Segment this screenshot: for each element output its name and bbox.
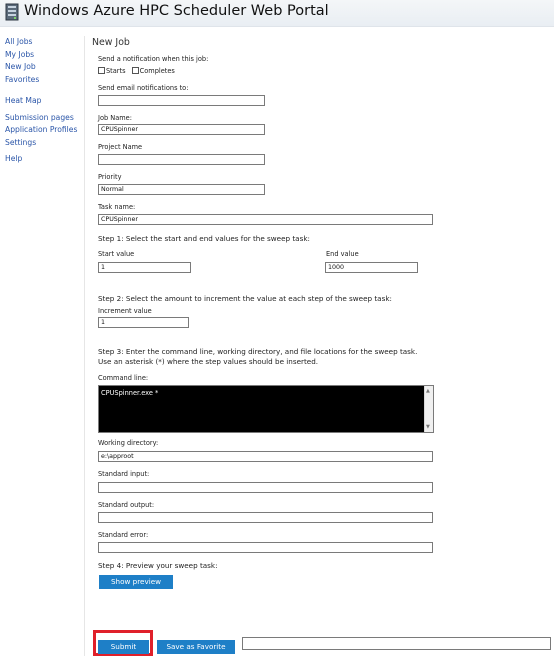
save-as-favorite-button[interactable]: Save as Favorite [157,640,235,654]
standard-error-label: Standard error: [98,531,149,539]
end-value-field[interactable]: 1000 [325,262,418,273]
email-field[interactable] [98,95,265,106]
completes-checkbox[interactable] [131,67,139,74]
working-directory-label: Working directory: [98,439,159,447]
task-name-field[interactable]: CPUSpinner [98,214,433,225]
sidebar-item-new-job[interactable]: New Job [5,61,85,74]
start-value-field[interactable]: 1 [98,262,191,273]
project-name-label: Project Name [98,143,143,151]
starts-label: Starts [106,67,126,75]
completes-label: Completes [139,67,175,75]
sidebar-item-submission-pages[interactable]: Submission pages [5,112,85,125]
command-line-text: CPUSpinner.exe * [101,389,159,397]
command-line-scrollbar[interactable]: ▲ ▼ [424,386,433,432]
sidebar-item-help[interactable]: Help [5,153,85,166]
sidebar-item-settings[interactable]: Settings [5,137,85,150]
job-name-label: Job Name: [98,114,132,122]
working-directory-field[interactable]: e:\approot [98,451,433,462]
starts-checkbox[interactable] [98,67,105,74]
scroll-up-arrow-icon[interactable]: ▲ [426,388,430,394]
hpc-logo-icon [5,3,19,21]
project-name-field[interactable] [98,154,265,165]
task-name-label: Task name: [98,203,136,211]
standard-input-field[interactable] [98,482,433,493]
job-name-field[interactable]: CPUSpinner [98,124,265,135]
step2-text: Step 2: Select the amount to increment t… [98,294,392,303]
priority-label: Priority [98,173,122,181]
command-line-textarea[interactable]: CPUSpinner.exe * ▲ ▼ [98,385,434,433]
notify-label: Send a notification when this job: [98,55,209,63]
standard-output-field[interactable] [98,512,433,523]
favorite-name-field[interactable] [242,637,551,650]
show-preview-button[interactable]: Show preview [99,575,173,589]
sidebar-item-my-jobs[interactable]: My Jobs [5,49,85,62]
header-bar: Windows Azure HPC Scheduler Web Portal [0,0,554,27]
email-label: Send email notifications to: [98,84,189,92]
scroll-down-arrow-icon[interactable]: ▼ [426,424,430,430]
standard-input-label: Standard input: [98,470,150,478]
sidebar-item-heat-map[interactable]: Heat Map [5,95,85,108]
app-title: Windows Azure HPC Scheduler Web Portal [24,3,329,19]
end-value-label: End value [326,250,359,258]
step3-text-line1: Step 3: Enter the command line, working … [98,347,418,356]
standard-error-field[interactable] [98,542,433,553]
sidebar-nav: All Jobs My Jobs New Job Favorites Heat … [5,36,85,166]
sidebar-item-favorites[interactable]: Favorites [5,74,85,87]
notify-options: Starts Completes [98,67,175,75]
sidebar-divider [84,36,85,656]
start-value-label: Start value [98,250,135,258]
step1-text: Step 1: Select the start and end values … [98,234,310,243]
step3-text-line2: Use an asterisk (*) where the step value… [98,357,319,366]
priority-field[interactable]: Normal [98,184,265,195]
page-title: New Job [92,37,130,48]
sidebar-item-all-jobs[interactable]: All Jobs [5,36,85,49]
sidebar-item-application-profiles[interactable]: Application Profiles [5,124,85,137]
step4-text: Step 4: Preview your sweep task: [98,561,218,570]
submit-button[interactable]: Submit [98,640,149,654]
increment-field[interactable]: 1 [98,317,189,328]
increment-label: Increment value [98,307,152,315]
standard-output-label: Standard output: [98,501,155,509]
command-line-label: Command line: [98,374,149,382]
